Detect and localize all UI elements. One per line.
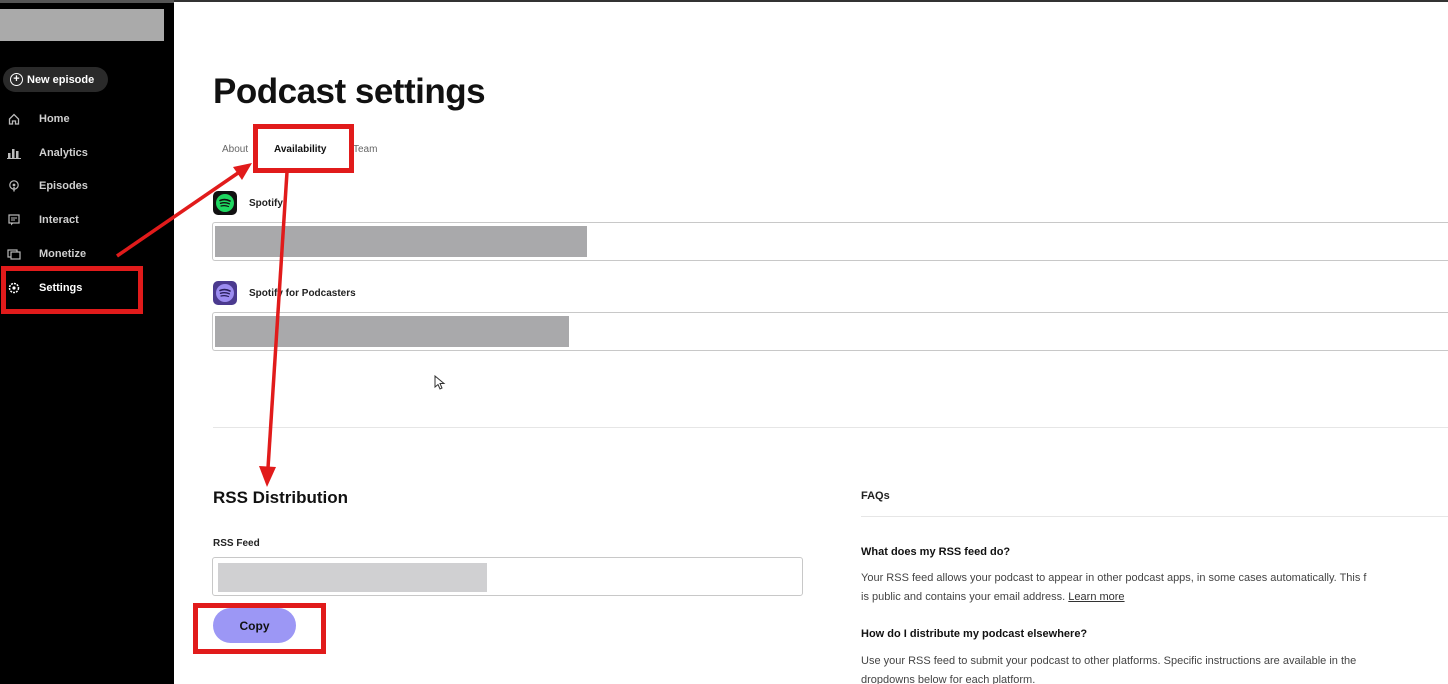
rss-distribution-heading: RSS Distribution bbox=[213, 488, 349, 507]
sidebar-top-border bbox=[0, 0, 174, 3]
sidebar-item-label: Analytics bbox=[39, 147, 88, 159]
redacted-podcast-name bbox=[0, 9, 164, 41]
spotify-icon bbox=[213, 191, 237, 215]
sidebar-item-interact[interactable]: Interact bbox=[0, 210, 174, 230]
faq-answer-line: dropdowns below for each platform. bbox=[861, 674, 1036, 684]
spotify-for-podcasters-link-field[interactable] bbox=[212, 312, 1448, 351]
sidebar: + New episode Home Analytics Episodes In… bbox=[0, 0, 174, 684]
faq-question: What does my RSS feed do? bbox=[861, 546, 1011, 558]
sidebar-item-label: Interact bbox=[39, 214, 79, 226]
episodes-icon bbox=[7, 179, 21, 193]
platform-spotify-for-podcasters: Spotify for Podcasters bbox=[213, 281, 356, 305]
faq-answer-line: is public and contains your email addres… bbox=[861, 588, 1448, 607]
faq-divider bbox=[861, 516, 1448, 517]
sidebar-item-analytics[interactable]: Analytics bbox=[0, 143, 174, 163]
settings-highlight-box bbox=[1, 266, 143, 314]
sidebar-item-episodes[interactable]: Episodes bbox=[0, 176, 174, 196]
mouse-cursor-icon bbox=[434, 375, 446, 390]
home-icon bbox=[7, 112, 21, 126]
new-episode-button[interactable]: + New episode bbox=[3, 67, 108, 92]
sidebar-item-label: Home bbox=[39, 113, 70, 125]
faq-question: How do I distribute my podcast elsewhere… bbox=[861, 628, 1088, 640]
rss-feed-field[interactable] bbox=[212, 557, 803, 596]
platform-spotify: Spotify bbox=[213, 191, 283, 215]
redacted-url bbox=[215, 316, 569, 347]
spotify-link-field[interactable] bbox=[212, 222, 1448, 261]
faq-answer-line: Your RSS feed allows your podcast to app… bbox=[861, 572, 1367, 584]
new-episode-label: New episode bbox=[27, 73, 95, 86]
learn-more-link[interactable]: Learn more bbox=[1068, 591, 1124, 603]
analytics-icon bbox=[7, 146, 21, 160]
platform-name: Spotify bbox=[249, 197, 283, 209]
sidebar-item-label: Monetize bbox=[39, 248, 87, 260]
rss-feed-label: RSS Feed bbox=[213, 538, 260, 549]
copy-highlight-box bbox=[193, 603, 326, 654]
spotify-for-podcasters-icon bbox=[213, 281, 237, 305]
faq-answer: Your RSS feed allows your podcast to app… bbox=[861, 569, 1448, 607]
redacted-rss-url bbox=[218, 563, 487, 592]
top-border bbox=[174, 0, 1448, 2]
availability-highlight-box bbox=[253, 124, 354, 173]
redacted-url bbox=[215, 226, 587, 257]
arrow-head-icon bbox=[259, 466, 276, 487]
interact-icon bbox=[7, 213, 21, 227]
sidebar-item-home[interactable]: Home bbox=[0, 109, 174, 129]
faq-answer-line: Use your RSS feed to submit your podcast… bbox=[861, 655, 1357, 667]
tab-about[interactable]: About bbox=[222, 144, 248, 155]
sidebar-item-label: Episodes bbox=[39, 180, 88, 192]
platform-name: Spotify for Podcasters bbox=[249, 287, 356, 299]
arrow-head-icon bbox=[233, 163, 252, 180]
tab-team[interactable]: Team bbox=[353, 144, 377, 155]
plus-icon: + bbox=[10, 73, 23, 86]
faq-answer: Use your RSS feed to submit your podcast… bbox=[861, 652, 1448, 684]
section-divider bbox=[213, 427, 1448, 428]
faqs-heading: FAQs bbox=[861, 490, 890, 502]
page-title: Podcast settings bbox=[213, 72, 486, 111]
faq-answer-text: is public and contains your email addres… bbox=[861, 591, 1066, 603]
monetize-icon bbox=[7, 247, 21, 261]
sidebar-item-monetize[interactable]: Monetize bbox=[0, 244, 174, 264]
